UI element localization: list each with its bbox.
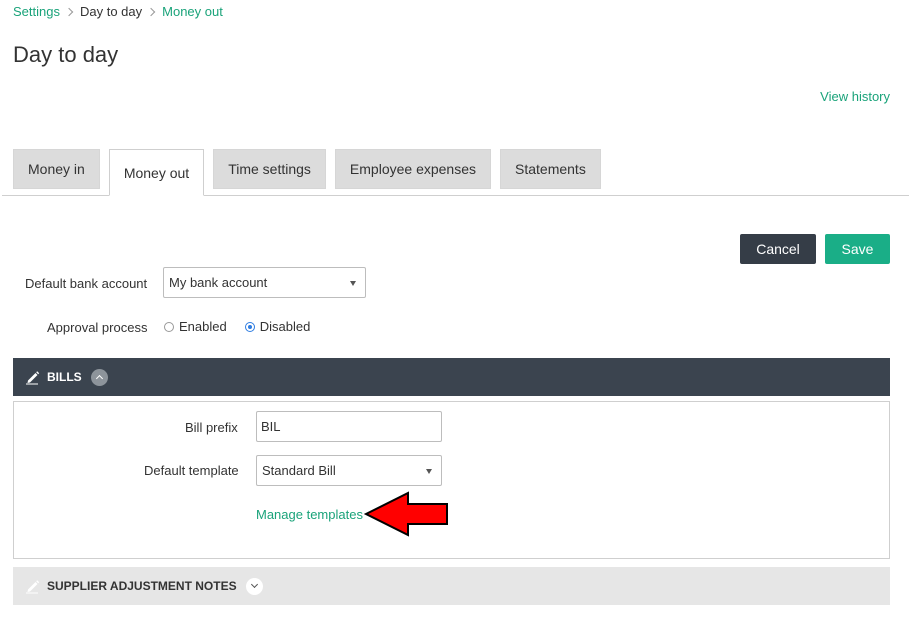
breadcrumb-day-to-day[interactable]: Day to day: [80, 4, 142, 19]
breadcrumb-settings[interactable]: Settings: [13, 4, 60, 19]
expand-supplier-adjustment-notes-button[interactable]: [245, 577, 263, 595]
bills-section-title: BILLS: [47, 370, 82, 384]
red-arrow-left-icon: [364, 491, 448, 537]
bills-section-body: [13, 401, 890, 559]
default-template-value: Standard Bill: [262, 463, 336, 478]
default-template-select[interactable]: Standard Bill: [256, 455, 442, 486]
pencil-icon: [26, 580, 40, 594]
supplier-adjustment-notes-title: SUPPLIER ADJUSTMENT NOTES: [47, 579, 237, 593]
bill-prefix-input[interactable]: [256, 411, 442, 442]
tab-employee-expenses[interactable]: Employee expenses: [334, 149, 491, 189]
save-button[interactable]: Save: [825, 234, 890, 264]
cancel-button[interactable]: Cancel: [740, 234, 816, 264]
tab-bar: Money in Money out Time settings Employe…: [13, 149, 601, 196]
radio-checked-icon: [244, 321, 255, 332]
approval-enabled-radio[interactable]: Enabled: [164, 319, 227, 334]
chevron-down-icon: [250, 580, 258, 589]
radio-unchecked-icon: [164, 321, 174, 332]
default-bank-account-select[interactable]: My bank account: [163, 267, 366, 298]
approval-disabled-label: Disabled: [259, 319, 311, 334]
approval-process-label: Approval process: [47, 320, 148, 335]
default-bank-account-value: My bank account: [169, 275, 268, 290]
breadcrumb: Settings Day to day Money out: [13, 4, 223, 19]
view-history-link[interactable]: View history: [820, 89, 890, 104]
tab-statements[interactable]: Statements: [500, 149, 601, 189]
supplier-adjustment-notes-header[interactable]: SUPPLIER ADJUSTMENT NOTES: [13, 567, 890, 605]
default-bank-account-label: Default bank account: [25, 276, 148, 291]
bills-section-header[interactable]: BILLS: [13, 358, 890, 396]
tab-money-in[interactable]: Money in: [13, 149, 100, 189]
approval-enabled-label: Enabled: [179, 319, 227, 334]
tab-time-settings[interactable]: Time settings: [213, 149, 326, 189]
caret-down-icon: [350, 280, 356, 286]
bill-prefix-label: Bill prefix: [185, 420, 238, 435]
approval-process-radio-group: Enabled Disabled: [164, 319, 328, 334]
chevron-right-icon: [64, 7, 74, 16]
chevron-up-icon: [95, 374, 103, 383]
chevron-right-icon: [146, 7, 156, 16]
caret-down-icon: [426, 468, 432, 474]
breadcrumb-money-out[interactable]: Money out: [162, 4, 223, 19]
default-template-label: Default template: [144, 463, 239, 478]
pencil-icon: [26, 371, 40, 385]
tab-money-out[interactable]: Money out: [108, 149, 205, 196]
manage-templates-link[interactable]: Manage templates: [256, 507, 363, 522]
page-title: Day to day: [13, 42, 119, 67]
collapse-bills-button[interactable]: [90, 368, 108, 386]
approval-disabled-radio[interactable]: Disabled: [244, 319, 311, 334]
